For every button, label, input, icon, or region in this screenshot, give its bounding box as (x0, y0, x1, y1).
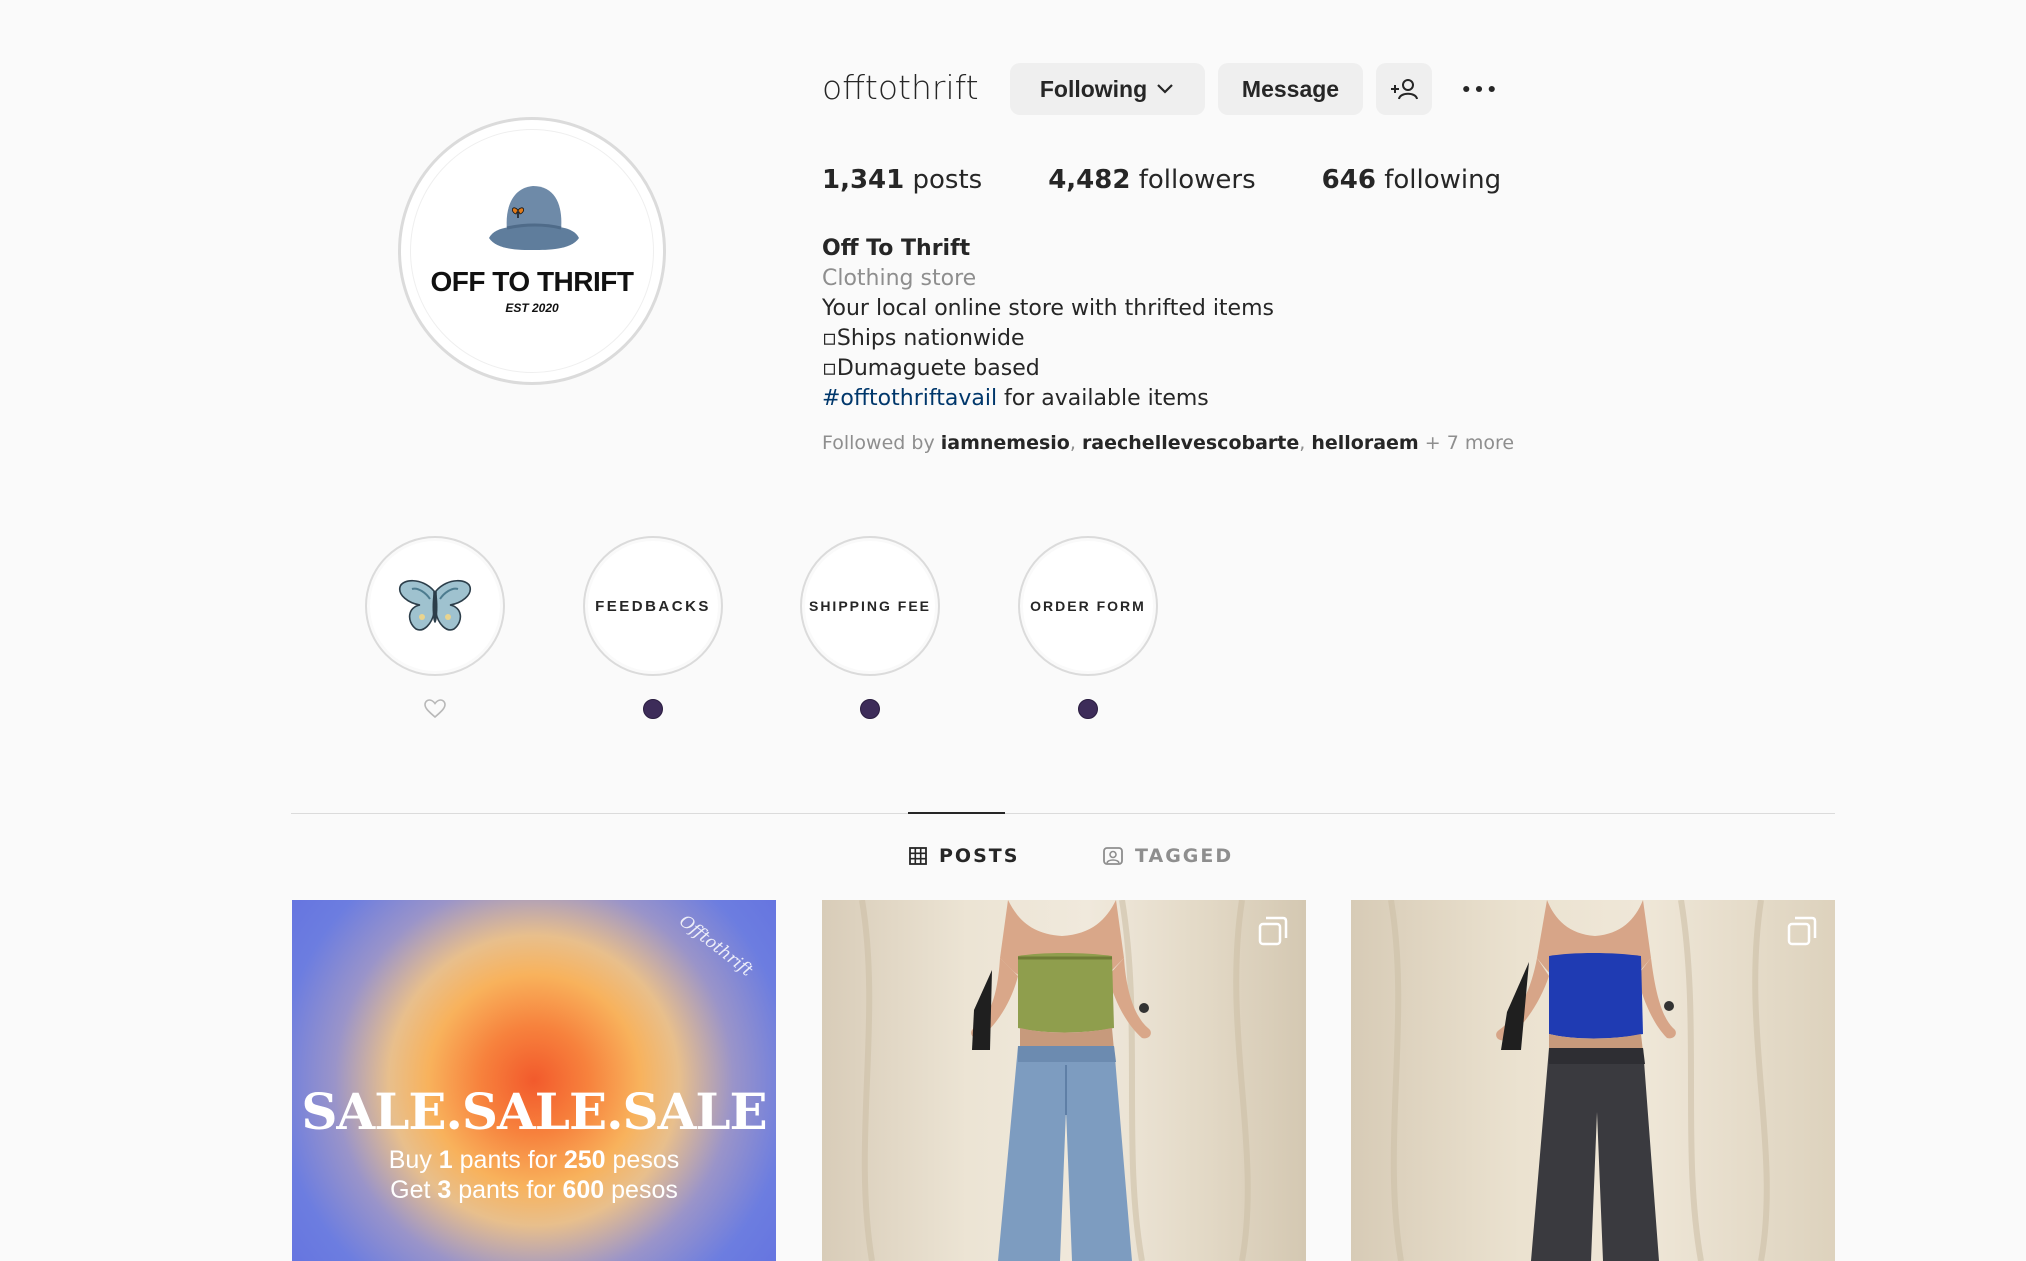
profile-stats: 1,341 posts 4,482 followers 646 followin… (822, 165, 1567, 195)
avatar-logo-subtext: EST 2020 (505, 301, 559, 315)
highlight-cover-dot (1078, 699, 1098, 719)
followers-count: 4,482 (1048, 165, 1131, 195)
following-button[interactable]: Following (1010, 63, 1205, 115)
bio-hashtag-line: #offtothriftavail for available items (822, 384, 1274, 414)
bio-line: ▫Ships nationwide (822, 326, 1025, 351)
highlight-item[interactable] (365, 536, 505, 676)
avatar-logo-text: OFF TO THRIFT (430, 266, 634, 297)
posts-label: posts (912, 165, 983, 195)
highlight-item[interactable]: SHIPPING FEE (800, 536, 940, 676)
following-count: 646 (1321, 165, 1376, 195)
following-label: following (1384, 165, 1502, 195)
carousel-multiple-icon (1787, 916, 1817, 946)
bio-line: ▫Dumaguete based (822, 356, 1040, 381)
profile-username: offtothrift (822, 68, 979, 107)
posts-stat: 1,341 posts (822, 165, 982, 195)
profile-avatar[interactable]: OFF TO THRIFT EST 2020 (398, 117, 666, 385)
following-stat[interactable]: 646 following (1322, 165, 1501, 195)
post-sale-headline: SALE.SALE.SALE (301, 1082, 767, 1141)
highlight-cover-dot (643, 699, 663, 719)
active-tab-indicator (908, 812, 1005, 814)
carousel-multiple-icon (1258, 916, 1288, 946)
grid-icon (909, 847, 927, 865)
profile-bio: Off To Thrift Clothing store Your local … (822, 234, 1274, 414)
more-horizontal-icon (1463, 85, 1495, 93)
post-sale-line: Get 3 pants for 600 pesos (390, 1176, 678, 1204)
highlight-label: FEEDBACKS (588, 541, 718, 671)
bio-name: Off To Thrift (822, 236, 971, 261)
post-thumbnail[interactable] (822, 900, 1306, 1261)
tabs-divider (291, 813, 1835, 814)
tab-posts-label: POSTS (939, 845, 1020, 867)
post-photo-outfit-blue (1388, 900, 1770, 1261)
tab-tagged-label: TAGGED (1135, 845, 1234, 867)
followed-by-user[interactable]: helloraem (1311, 432, 1418, 454)
highlight-cover-dot (860, 699, 880, 719)
following-button-label: Following (1039, 75, 1148, 102)
tab-tagged[interactable]: TAGGED (1103, 845, 1233, 867)
followed-by-prefix: Followed by (822, 432, 941, 454)
bio-hashtag-link[interactable]: #offtothriftavail (822, 386, 997, 411)
followed-by[interactable]: Followed by iamnemesio, raechellevescoba… (822, 432, 1514, 454)
highlight-item[interactable]: ORDER FORM (1018, 536, 1158, 676)
highlight-label: ORDER FORM (1023, 541, 1153, 671)
post-watermark: Offtothrift (675, 911, 757, 981)
separator: , (1069, 432, 1082, 454)
followers-stat[interactable]: 4,482 followers (1048, 165, 1255, 195)
tab-posts[interactable]: POSTS (909, 845, 1019, 867)
message-button[interactable]: Message (1218, 63, 1363, 115)
separator: , (1299, 432, 1312, 454)
bio-hashtag-suffix: for available items (997, 386, 1209, 411)
suggested-users-button[interactable] (1376, 63, 1432, 115)
chevron-down-icon (1157, 84, 1173, 94)
heart-icon (424, 699, 446, 719)
bio-line: Your local online store with thrifted it… (822, 296, 1274, 321)
post-photo-outfit-green (859, 900, 1251, 1261)
highlight-label: SHIPPING FEE (805, 541, 935, 671)
more-options-button[interactable] (1456, 63, 1502, 115)
post-thumbnail[interactable] (1351, 900, 1835, 1261)
followed-by-user[interactable]: raechellevescobarte (1082, 432, 1299, 454)
add-person-icon (1391, 79, 1418, 100)
butterfly-icon (398, 579, 472, 631)
tagged-user-icon (1103, 847, 1123, 865)
post-sale-line: Buy 1 pants for 250 pesos (388, 1146, 680, 1174)
followers-label: followers (1138, 165, 1256, 195)
post-thumbnail[interactable]: Offtothrift SALE.SALE.SALE Buy 1 pants f… (292, 900, 776, 1261)
highlight-item[interactable]: FEEDBACKS (583, 536, 723, 676)
followed-by-more: + 7 more (1418, 432, 1515, 454)
followed-by-user[interactable]: iamnemesio (941, 432, 1070, 454)
bucket-hat-icon (489, 186, 579, 250)
posts-count: 1,341 (822, 165, 905, 195)
bio-category: Clothing store (822, 266, 977, 291)
